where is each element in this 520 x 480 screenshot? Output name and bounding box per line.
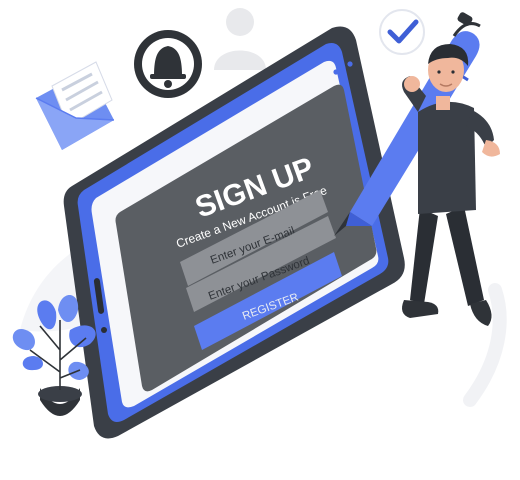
user-icon xyxy=(214,8,266,70)
person-figure xyxy=(402,44,500,326)
bell-icon xyxy=(134,30,202,98)
browser-dot xyxy=(333,69,339,75)
tablet-camera xyxy=(101,327,107,333)
envelope-icon xyxy=(35,61,115,150)
browser-dot xyxy=(340,65,346,71)
browser-dot xyxy=(347,61,353,67)
checkmark-icon xyxy=(379,9,425,55)
illustration-canvas: SIGN UP Create a New Account is Free Ent… xyxy=(12,8,507,439)
signup-illustration: SIGN UP Create a New Account is Free Ent… xyxy=(0,0,520,480)
